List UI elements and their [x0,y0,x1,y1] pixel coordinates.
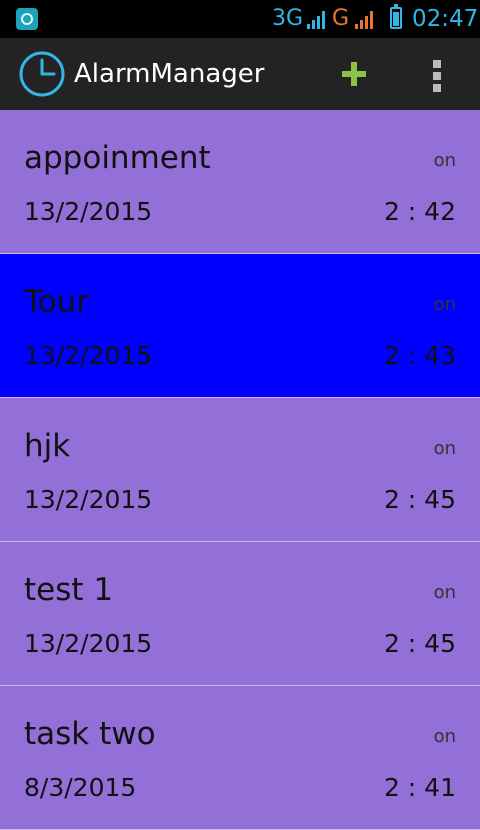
status-time: 02:47 [412,6,479,32]
signal-strength-icon-2 [355,11,373,29]
list-item[interactable]: test 1 on 13/2/2015 2 : 45 [0,542,480,686]
clock-icon [19,51,65,97]
action-bar: AlarmManager [0,38,480,111]
alarm-time: 2 : 43 [383,341,456,370]
alarm-status: on [433,438,456,459]
alarm-status: on [433,726,456,747]
alarm-date: 13/2/2015 [24,485,153,514]
network-3g-label: 3G [272,6,304,31]
alarm-title: Tour [24,284,90,320]
battery-icon [390,4,402,29]
alarm-title: test 1 [24,572,114,608]
alarm-time: 2 : 45 [383,629,456,658]
network-g-label: G [332,6,350,31]
overflow-menu-icon[interactable] [422,52,454,96]
list-item[interactable]: appoinment on 13/2/2015 2 : 42 [0,110,480,254]
alarm-list: appoinment on 13/2/2015 2 : 42 Tour on 1… [0,110,480,830]
alarm-title: task two [24,716,156,752]
alarm-title: appoinment [24,140,211,176]
plus-icon[interactable] [330,54,378,94]
app-title: AlarmManager [74,59,265,89]
alarm-date: 8/3/2015 [24,773,137,802]
list-item[interactable]: task two on 8/3/2015 2 : 41 [0,686,480,830]
status-bar: 3G G 02:47 [0,0,480,38]
alarm-title: hjk [24,428,71,464]
alarm-time: 2 : 45 [383,485,456,514]
alarm-status: on [433,294,456,315]
sync-icon [16,8,38,30]
list-item[interactable]: Tour on 13/2/2015 2 : 43 [0,254,480,398]
alarm-date: 13/2/2015 [24,197,153,226]
signal-strength-icon [307,11,325,29]
alarm-status: on [433,582,456,603]
alarm-time: 2 : 42 [383,197,456,226]
alarm-date: 13/2/2015 [24,629,153,658]
alarm-date: 13/2/2015 [24,341,153,370]
alarm-status: on [433,150,456,171]
list-item[interactable]: hjk on 13/2/2015 2 : 45 [0,398,480,542]
alarm-time: 2 : 41 [383,773,456,802]
